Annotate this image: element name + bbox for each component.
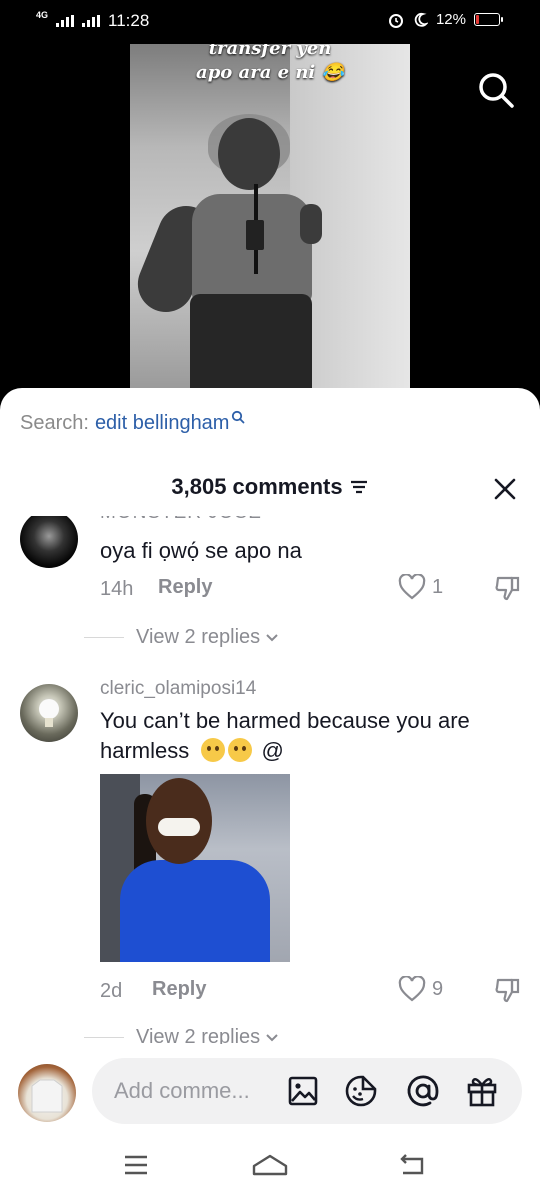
- related-search-prefix: Search:: [20, 412, 89, 434]
- avatar-shirt-icon: [31, 1079, 63, 1113]
- thumbs-down-icon: [495, 978, 520, 1003]
- screen: 4G 11:28 12% transfer yen apo ara e ni 😂: [0, 0, 540, 1200]
- pleading-face-emoji-icon: [201, 738, 226, 762]
- like-count: 1: [432, 575, 444, 598]
- comment-text-suffix: @: [261, 738, 284, 763]
- status-left: 4G 11:28: [36, 10, 150, 31]
- dislike-button[interactable]: [494, 574, 522, 608]
- comment-input-placeholder: Add comme...: [114, 1078, 250, 1103]
- replies-divider: [84, 637, 124, 638]
- signal-icon-2: [82, 15, 101, 27]
- close-button[interactable]: [492, 476, 518, 502]
- image-subject-shirt: [120, 860, 270, 962]
- system-nav-bar: [0, 1128, 540, 1200]
- at-icon: [407, 1075, 439, 1107]
- video-caption-line2: apo ara e ni 😂: [196, 62, 344, 83]
- video-subject-arm-right: [300, 204, 322, 244]
- comment-time: 14h: [100, 578, 134, 600]
- comment-text: You can’t be harmed because you are harm…: [100, 706, 520, 766]
- signal-icon: [56, 15, 75, 27]
- comment-image[interactable]: [100, 774, 290, 962]
- gift-button[interactable]: [465, 1074, 499, 1108]
- comments-sheet: Search: edit bellingham 3,805 comments M…: [0, 388, 540, 1200]
- search-icon: [232, 410, 245, 424]
- image-button[interactable]: [286, 1074, 320, 1108]
- like-count: 9: [432, 977, 444, 1000]
- chevron-down-icon: [266, 633, 278, 641]
- view-replies-button[interactable]: View 2 replies: [84, 626, 280, 649]
- sticker-button[interactable]: [344, 1074, 378, 1108]
- battery-percent: 12%: [435, 11, 466, 28]
- status-right: 12%: [388, 11, 503, 28]
- chevron-down-icon: [266, 1033, 278, 1041]
- video-caption-line1: transfer yen: [208, 44, 332, 59]
- video-player[interactable]: transfer yen apo ara e ni 😂: [130, 44, 410, 390]
- filter-icon[interactable]: [349, 479, 369, 495]
- comment-time: 2d: [100, 980, 123, 1002]
- mention-button[interactable]: [406, 1074, 440, 1108]
- comments-header: 3,805 comments: [0, 474, 540, 504]
- view-replies-button[interactable]: View 2 replies: [84, 1026, 280, 1044]
- menu-icon: [125, 1155, 147, 1175]
- comments-list[interactable]: Monster Jose oya fi ọwọ́ se apo na 14h R…: [0, 516, 540, 1044]
- home-icon: [252, 1154, 288, 1176]
- view-replies-label: View 2 replies: [136, 626, 261, 648]
- heart-icon: [398, 976, 426, 1002]
- replies-divider: [84, 1037, 124, 1038]
- back-icon: [400, 1154, 424, 1175]
- image-subject-smile: [158, 818, 200, 836]
- sticker-icon: [345, 1075, 377, 1107]
- like-button[interactable]: 1: [398, 574, 443, 600]
- dislike-button[interactable]: [494, 976, 522, 1010]
- comment-username[interactable]: cleric_olamiposi14: [100, 678, 256, 700]
- avatar[interactable]: [20, 684, 78, 742]
- battery-icon: [474, 13, 503, 26]
- status-bar: 4G 11:28 12%: [0, 0, 540, 44]
- comments-count-label: 3,805 comments: [171, 474, 343, 499]
- related-search-term[interactable]: edit bellingham: [95, 412, 230, 435]
- clock: 11:28: [108, 11, 150, 30]
- comment-input[interactable]: Add comme...: [92, 1058, 522, 1124]
- video-subject-head: [218, 118, 280, 190]
- dnd-moon-icon: [414, 12, 428, 27]
- nav-menu-button[interactable]: [116, 1150, 156, 1180]
- related-search[interactable]: Search: edit bellingham: [20, 410, 245, 435]
- comment-meta: 14h Reply 1: [100, 574, 530, 608]
- comment-input-bar: Add comme...: [0, 1044, 540, 1128]
- reply-button[interactable]: Reply: [158, 576, 212, 599]
- comment-text: oya fi ọwọ́ se apo na: [100, 538, 302, 563]
- bulb-avatar-icon: [39, 699, 59, 727]
- comment-meta: 2d Reply 9: [100, 976, 530, 1010]
- close-icon: [494, 478, 516, 500]
- video-subject-jeans: [190, 294, 312, 390]
- thumbs-down-icon: [495, 576, 520, 601]
- gift-icon: [467, 1078, 497, 1107]
- view-replies-label: View 2 replies: [136, 1026, 261, 1044]
- my-avatar[interactable]: [18, 1064, 76, 1122]
- heart-icon: [398, 574, 426, 600]
- network-type: 4G: [36, 10, 49, 20]
- alarm-icon: [388, 13, 403, 28]
- avatar[interactable]: [20, 516, 78, 568]
- nav-back-button[interactable]: [392, 1150, 432, 1180]
- nav-home-button[interactable]: [250, 1150, 290, 1180]
- reply-button[interactable]: Reply: [152, 978, 206, 1001]
- image-icon: [288, 1076, 318, 1106]
- search-icon: [479, 73, 514, 108]
- relieved-face-emoji-icon: [228, 738, 253, 762]
- comments-count[interactable]: 3,805 comments: [171, 474, 368, 500]
- comment-text-body: You can’t be harmed because you are harm…: [100, 708, 470, 763]
- like-button[interactable]: 9: [398, 976, 443, 1002]
- id-badge: [246, 220, 264, 250]
- comment-username[interactable]: Monster Jose: [100, 516, 262, 524]
- video-search-button[interactable]: [476, 70, 516, 110]
